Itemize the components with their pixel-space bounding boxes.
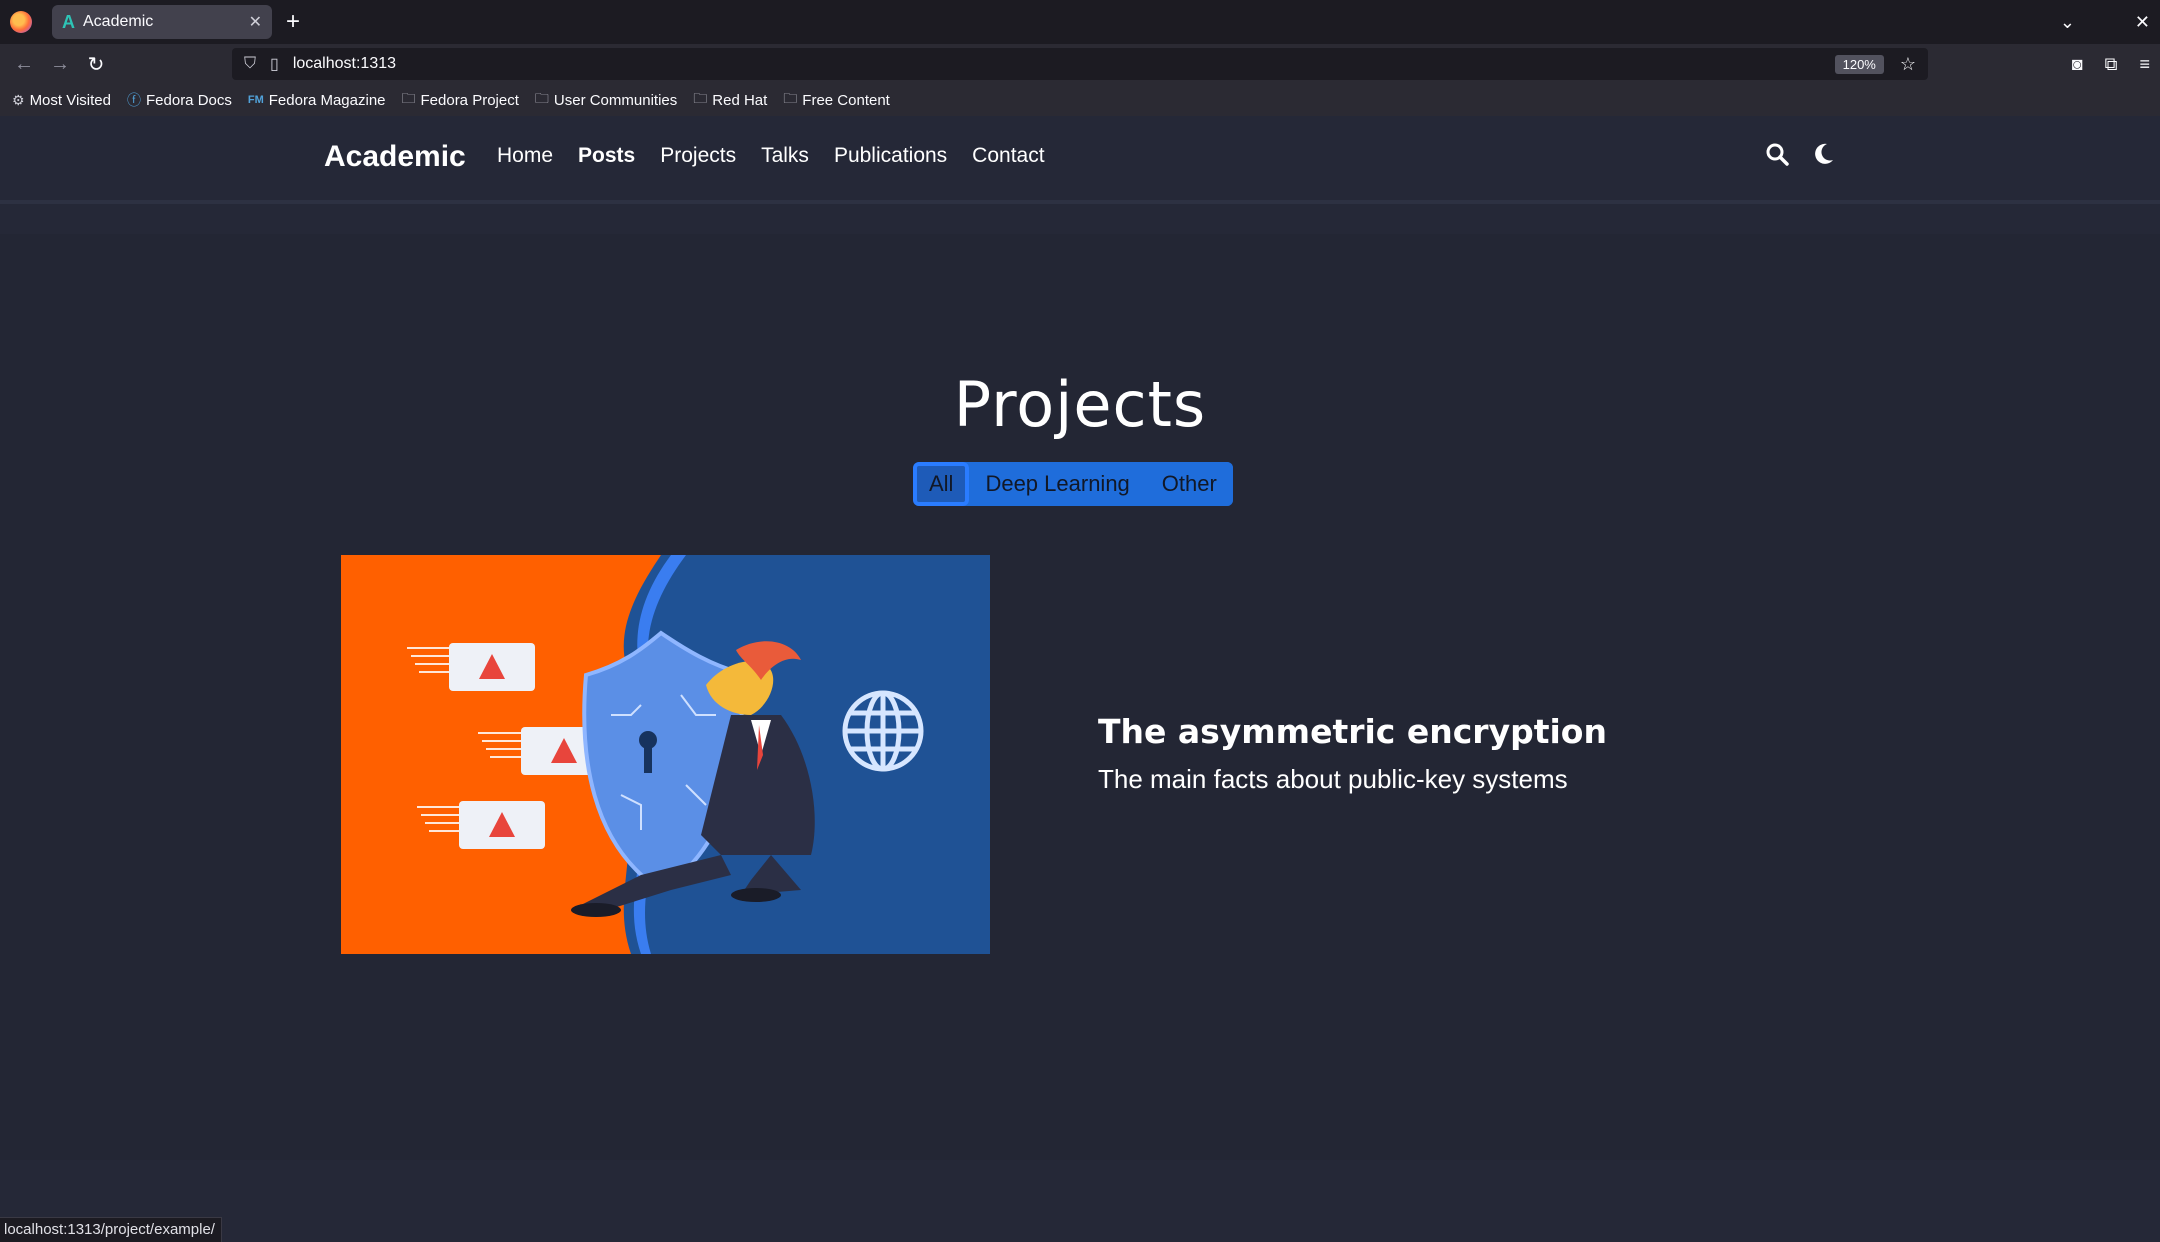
project-summary: The main facts about public-key systems <box>1098 764 1568 794</box>
project-thumbnail[interactable] <box>341 555 990 954</box>
navbar-shadow-band <box>0 204 2160 234</box>
bookmark-fedora-magazine[interactable]: FM Fedora Magazine <box>248 92 386 109</box>
fedora-icon: ⓕ <box>127 92 141 108</box>
folder-icon: 🗀 <box>693 90 708 106</box>
folder-icon: 🗀 <box>534 90 549 106</box>
menu-item-publications[interactable]: Publications <box>834 144 947 168</box>
list-all-tabs-icon[interactable]: ⌄ <box>2060 12 2075 33</box>
bookmark-red-hat[interactable]: 🗀 Red Hat <box>693 88 767 112</box>
folder-icon: 🗀 <box>783 90 798 106</box>
close-tab-icon[interactable]: ✕ <box>249 12 262 32</box>
fm-icon: FM <box>247 94 264 106</box>
bookmark-label: Red Hat <box>712 91 768 109</box>
menu-item-talks[interactable]: Talks <box>761 144 809 168</box>
bookmark-free-content[interactable]: 🗀 Free Content <box>783 88 890 112</box>
tab-title: Academic <box>83 13 154 30</box>
forward-icon[interactable]: → <box>42 53 78 76</box>
search-icon[interactable] <box>1765 142 1789 173</box>
menu-item-posts[interactable]: Posts <box>578 144 635 168</box>
browser-tab[interactable]: A Academic ✕ <box>52 5 272 39</box>
bookmark-fedora-project[interactable]: 🗀 Fedora Project <box>402 88 519 112</box>
bookmark-label: Fedora Project <box>420 91 519 109</box>
browser-toolbar: ← → ↻ ⛉ ▯ localhost:1313 120% ☆ ◙ ⧉ ≡ <box>0 44 2160 84</box>
menu-icon[interactable]: ≡ <box>2139 54 2150 75</box>
url-text[interactable]: localhost:1313 <box>293 55 396 73</box>
project-title[interactable]: The asymmetric encryption <box>1098 712 1607 751</box>
site-brand[interactable]: Academic <box>324 140 466 174</box>
zoom-level-badge[interactable]: 120% <box>1834 54 1884 74</box>
bookmark-user-communities[interactable]: 🗀 User Communities <box>535 88 677 112</box>
page-info-icon[interactable]: ▯ <box>270 54 279 74</box>
gear-icon: ⚙ <box>12 91 25 108</box>
bookmark-most-visited[interactable]: ⚙ Most Visited <box>12 92 111 109</box>
close-window-icon[interactable]: ✕ <box>2135 12 2150 33</box>
menu-item-home[interactable]: Home <box>497 144 553 168</box>
bookmark-star-icon[interactable]: ☆ <box>1900 54 1916 75</box>
url-bar[interactable]: ⛉ ▯ localhost:1313 120% ☆ <box>232 48 1928 80</box>
menu-item-projects[interactable]: Projects <box>660 144 736 168</box>
tab-favicon-icon: A <box>62 11 75 32</box>
browser-tab-bar: A Academic ✕ + ⌄ ✕ <box>0 0 2160 44</box>
menu-item-contact[interactable]: Contact <box>972 144 1044 168</box>
footer-band <box>0 1160 2160 1242</box>
security-illustration <box>341 555 990 954</box>
bookmark-fedora-docs[interactable]: ⓕ Fedora Docs <box>127 90 232 110</box>
status-bar-url: localhost:1313/project/example/ <box>0 1217 222 1242</box>
bookmark-label: Fedora Docs <box>146 91 232 109</box>
firefox-icon <box>10 11 32 33</box>
shield-icon[interactable]: ⛉ <box>244 55 256 73</box>
reload-icon[interactable]: ↻ <box>78 52 114 77</box>
bookmark-label: User Communities <box>553 91 678 109</box>
bookmark-label: Most Visited <box>29 91 111 109</box>
filter-all-button[interactable]: All <box>913 462 970 506</box>
pocket-icon[interactable]: ◙ <box>2072 54 2083 75</box>
filter-deep-learning-button[interactable]: Deep Learning <box>969 462 1146 506</box>
folder-icon: 🗀 <box>401 90 416 106</box>
page-title: Projects <box>953 368 1207 441</box>
dark-mode-moon-icon[interactable] <box>1813 142 1835 173</box>
bookmark-label: Fedora Magazine <box>268 91 386 109</box>
extensions-icon[interactable]: ⧉ <box>2105 54 2118 75</box>
site-navbar: Academic Home Posts Projects Talks Publi… <box>0 116 2160 204</box>
bookmark-label: Free Content <box>802 91 890 109</box>
new-tab-icon[interactable]: + <box>286 8 300 36</box>
bookmarks-toolbar: ⚙ Most Visited ⓕ Fedora Docs FM Fedora M… <box>0 84 2160 116</box>
filter-other-button[interactable]: Other <box>1145 462 1233 506</box>
project-filter-group: All Deep Learning Other <box>913 462 1233 506</box>
site-menu: Home Posts Projects Talks Publications C… <box>497 144 1070 168</box>
back-icon[interactable]: ← <box>6 53 42 76</box>
